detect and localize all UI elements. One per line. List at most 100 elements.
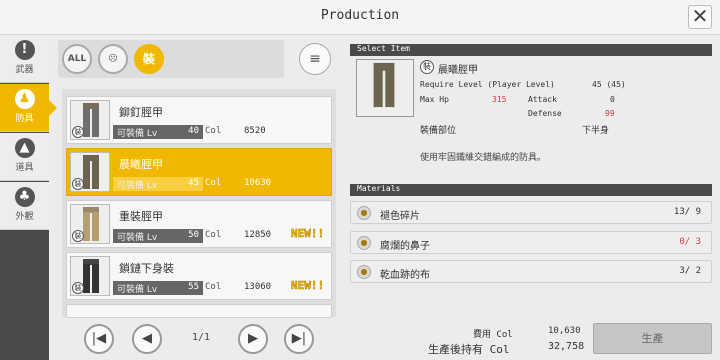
sidebar-item-label: 武器 [15, 65, 34, 75]
level-bar: 可裝備 Lv 45 [113, 177, 203, 191]
pants-icon [83, 259, 99, 293]
shirt-icon: ♣ [14, 187, 35, 207]
material-qty: 0/ 3 [679, 237, 701, 247]
exclamation-icon: ! [14, 40, 35, 60]
filter-bar: ALL ☹ 裝 [58, 40, 284, 78]
pants-icon [83, 103, 99, 137]
material-name: 乾血跡的布 [380, 270, 430, 281]
header-bar: Production ✕ [0, 0, 720, 35]
level-bar: 可裝備 Lv 55 [113, 281, 203, 295]
filter-equip-button[interactable]: 裝 [134, 44, 164, 74]
defense-label: Defense [528, 109, 562, 118]
equip-badge-icon: 裝 [72, 230, 84, 242]
col-value: 10630 [244, 178, 272, 188]
item-name: 鉚釘脛甲 [119, 106, 163, 119]
close-icon: ✕ [691, 4, 709, 28]
slot-value: 下半身 [582, 126, 610, 136]
material-row[interactable]: ● 褪色碎片 13/ 9 [350, 201, 712, 224]
armor-type-icon: ☹ [108, 54, 118, 64]
produce-button[interactable]: 生產 [593, 323, 712, 354]
next-page-button[interactable]: ▶ [238, 324, 268, 354]
col-value: 8520 [244, 126, 266, 136]
sort-icon: ≡ [309, 51, 321, 67]
list-item[interactable]: 裝 鉚釘脛甲 可裝備 Lv 40 Col 8520 [66, 96, 332, 144]
select-item-header: Select Item [350, 44, 712, 56]
equip-badge-icon: 裝 [72, 126, 84, 138]
material-qty: 13/ 9 [673, 207, 701, 217]
pants-icon [83, 207, 99, 241]
selected-item-thumbnail [356, 59, 414, 117]
pager: |◀ ◀ 1/1 ▶ ▶| [62, 318, 336, 360]
potion-icon: ▲ [14, 138, 35, 158]
equip-badge-icon: 裝 [72, 282, 84, 294]
col-label: Col [205, 230, 222, 240]
filter-all-button[interactable]: ALL [62, 44, 92, 74]
skip-forward-icon: ▶| [291, 331, 307, 346]
selected-item-name: 晨曦脛甲 [438, 65, 478, 76]
attack-label: Attack [528, 95, 557, 104]
material-bag-icon: ● [357, 236, 371, 250]
new-badge: NEW!! [291, 279, 325, 293]
material-name: 褪色碎片 [380, 211, 420, 222]
col-value: 13060 [244, 282, 272, 292]
material-bag-icon: ● [357, 206, 371, 220]
maxhp-label: Max Hp [420, 95, 449, 104]
remain-value: 32,758 [548, 341, 585, 352]
cost-value: 10,630 [548, 326, 581, 336]
slot-label: 裝備部位 [420, 126, 457, 136]
sidebar-item-label: 防具 [15, 114, 34, 124]
require-level-label: Require Level (Player Level) [420, 80, 555, 89]
defense-value: 99 [605, 109, 615, 118]
list-item-partial[interactable] [66, 304, 332, 318]
level-bar: 可裝備 Lv 40 [113, 125, 203, 139]
item-thumbnail: 裝 [70, 256, 110, 296]
material-row[interactable]: ● 腐爛的鼻子 0/ 3 [350, 231, 712, 254]
page-title: Production [320, 8, 400, 23]
pants-icon [373, 62, 395, 108]
sidebar-item-armor[interactable]: ♟ 防具 [0, 84, 57, 132]
item-thumbnail: 裝 [70, 152, 110, 192]
page-indicator: 1/1 [192, 332, 211, 343]
sidebar-item-weapons[interactable]: ! 武器 [0, 35, 49, 83]
level-bar: 可裝備 Lv 50 [113, 229, 203, 243]
close-button[interactable]: ✕ [688, 5, 712, 29]
sort-button[interactable]: ≡ [299, 43, 331, 75]
material-qty: 3/ 2 [679, 266, 701, 276]
list-item-selected[interactable]: 裝 晨曦脛甲 可裝備 Lv 45 Col 10630 [66, 148, 332, 196]
first-page-button[interactable]: |◀ [84, 324, 114, 354]
filter-armor-button[interactable]: ☹ [98, 44, 128, 74]
armor-icon: ♟ [14, 89, 35, 109]
list-item[interactable]: 裝 鎖鏈下身裝 可裝備 Lv 55 Col 13060 NEW!! [66, 252, 332, 300]
remain-label: 生產後持有 Col [428, 343, 510, 356]
prev-page-button[interactable]: ◀ [132, 324, 162, 354]
sidebar-item-label: 道具 [15, 163, 34, 173]
category-sidebar: ! 武器 ♟ 防具 ▲ 道具 ♣ 外觀 [0, 35, 57, 360]
material-name: 腐爛的鼻子 [380, 241, 430, 252]
col-label: Col [205, 282, 222, 292]
chevron-right-icon: ▶ [248, 331, 258, 346]
pants-icon [83, 155, 99, 189]
item-thumbnail: 裝 [70, 100, 110, 140]
material-row[interactable]: ● 乾血跡的布 3/ 2 [350, 260, 712, 283]
cost-label: 費用 Col [473, 330, 513, 340]
require-level-value: 45 (45) [592, 80, 626, 89]
item-description: 使用牢固鐵維交錯編成的防具。 [420, 153, 547, 163]
equip-icon: 裝 [142, 52, 155, 66]
col-label: Col [205, 178, 222, 188]
equip-badge-icon: 裝 [72, 178, 84, 190]
materials-header: Materials [350, 184, 712, 196]
item-name: 重裝脛甲 [119, 210, 163, 223]
skip-back-icon: |◀ [91, 331, 107, 346]
list-item[interactable]: 裝 重裝脛甲 可裝備 Lv 50 Col 12850 NEW!! [66, 200, 332, 248]
item-name: 晨曦脛甲 [119, 158, 163, 171]
sidebar-item-appearance[interactable]: ♣ 外觀 [0, 182, 49, 230]
maxhp-value: 315 [492, 95, 507, 104]
item-thumbnail: 裝 [70, 204, 110, 244]
new-badge: NEW!! [291, 227, 325, 241]
equip-badge-icon: 裝 [420, 60, 434, 74]
sidebar-item-items[interactable]: ▲ 道具 [0, 133, 49, 181]
last-page-button[interactable]: ▶| [284, 324, 314, 354]
sidebar-item-label: 外觀 [15, 212, 34, 222]
col-label: Col [205, 126, 222, 136]
item-name: 鎖鏈下身裝 [119, 262, 174, 275]
